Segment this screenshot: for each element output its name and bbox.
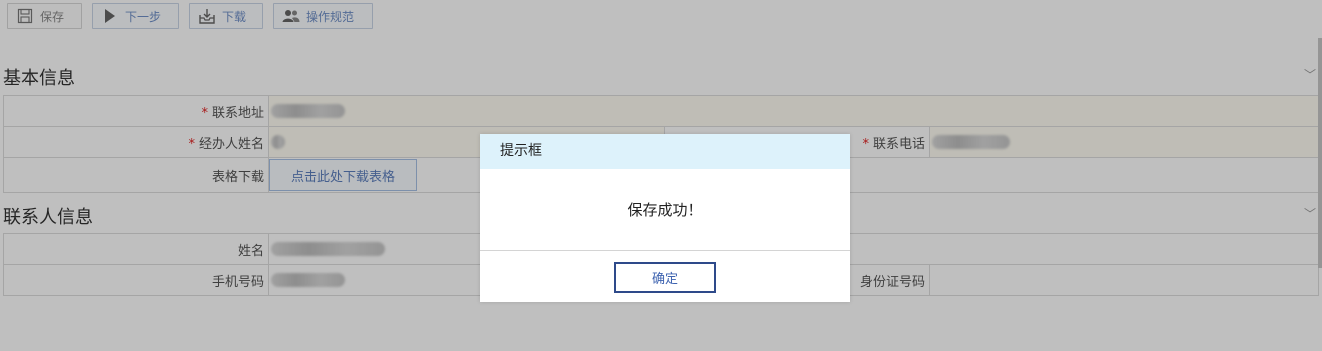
dialog-message: 保存成功！	[627, 201, 703, 219]
dialog-footer: 确定	[480, 250, 850, 302]
ok-button[interactable]: 确定	[614, 261, 716, 293]
alert-dialog: 提示框 保存成功！ 确定	[480, 134, 850, 302]
dialog-title: 提示框	[480, 134, 850, 169]
